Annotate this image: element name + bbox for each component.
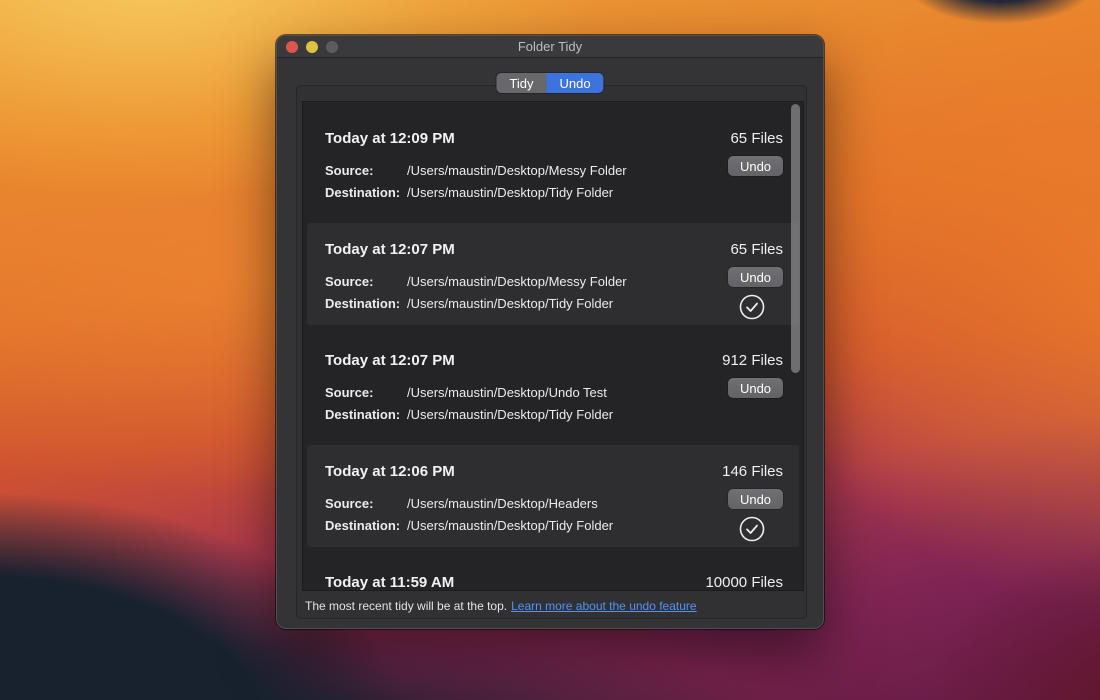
row-timestamp: Today at 12:06 PM xyxy=(325,463,721,480)
source-label: Source: xyxy=(325,160,407,182)
destination-path: /Users/maustin/Desktop/Tidy Folder xyxy=(407,404,613,426)
source-path: /Users/maustin/Desktop/Headers xyxy=(407,493,598,515)
undone-check-icon xyxy=(739,294,765,320)
undo-tab-panel: Today at 12:09 PM Source: /Users/maustin… xyxy=(296,85,807,619)
footer: The most recent tidy will be at the top.… xyxy=(305,599,697,613)
undo-button[interactable]: Undo xyxy=(728,156,783,176)
undo-button[interactable]: Undo xyxy=(728,267,783,287)
destination-path: /Users/maustin/Desktop/Tidy Folder xyxy=(407,182,613,204)
folder-tidy-window: Folder Tidy Tidy Undo Today at 12:09 PM … xyxy=(276,35,824,629)
tab-tidy[interactable]: Tidy xyxy=(496,73,546,93)
row-timestamp: Today at 12:09 PM xyxy=(325,130,721,147)
window-title: Folder Tidy xyxy=(518,39,582,54)
row-timestamp: Today at 11:59 AM xyxy=(325,574,721,591)
history-rows: Today at 12:09 PM Source: /Users/maustin… xyxy=(303,102,803,591)
file-count: 912 Files xyxy=(722,352,783,369)
file-count: 146 Files xyxy=(722,463,783,480)
file-count: 65 Files xyxy=(730,130,783,147)
source-path: /Users/maustin/Desktop/Undo Test xyxy=(407,382,607,404)
undo-button[interactable]: Undo xyxy=(728,489,783,509)
destination-path: /Users/maustin/Desktop/Tidy Folder xyxy=(407,293,613,315)
history-row: Today at 11:59 AM 10000 Files xyxy=(303,556,803,591)
tab-segmented-control: Tidy Undo xyxy=(496,73,603,93)
source-label: Source: xyxy=(325,271,407,293)
tab-undo[interactable]: Undo xyxy=(547,73,604,93)
history-row: Today at 12:09 PM Source: /Users/maustin… xyxy=(303,112,803,223)
row-timestamp: Today at 12:07 PM xyxy=(325,241,721,258)
destination-label: Destination: xyxy=(325,182,407,204)
source-label: Source: xyxy=(325,493,407,515)
history-row: Today at 12:07 PM Source: /Users/maustin… xyxy=(303,334,803,445)
minimize-icon[interactable] xyxy=(306,41,318,53)
row-timestamp: Today at 12:07 PM xyxy=(325,352,721,369)
undo-feature-link[interactable]: Learn more about the undo feature xyxy=(511,599,696,613)
destination-label: Destination: xyxy=(325,404,407,426)
history-row: Today at 12:06 PM Source: /Users/maustin… xyxy=(303,445,803,556)
destination-path: /Users/maustin/Desktop/Tidy Folder xyxy=(407,515,613,537)
footer-note: The most recent tidy will be at the top. xyxy=(305,599,507,613)
history-row: Today at 12:07 PM Source: /Users/maustin… xyxy=(303,223,803,334)
scrollbar-thumb[interactable] xyxy=(791,104,800,373)
file-count: 65 Files xyxy=(730,241,783,258)
file-count: 10000 Files xyxy=(705,574,783,591)
zoom-icon xyxy=(326,41,338,53)
source-path: /Users/maustin/Desktop/Messy Folder xyxy=(407,271,627,293)
history-list: Today at 12:09 PM Source: /Users/maustin… xyxy=(302,101,804,591)
source-label: Source: xyxy=(325,382,407,404)
traffic-lights xyxy=(286,41,338,53)
undo-button[interactable]: Undo xyxy=(728,378,783,398)
destination-label: Destination: xyxy=(325,515,407,537)
destination-label: Destination: xyxy=(325,293,407,315)
titlebar[interactable]: Folder Tidy xyxy=(277,36,823,58)
close-icon[interactable] xyxy=(286,41,298,53)
source-path: /Users/maustin/Desktop/Messy Folder xyxy=(407,160,627,182)
undone-check-icon xyxy=(739,516,765,542)
